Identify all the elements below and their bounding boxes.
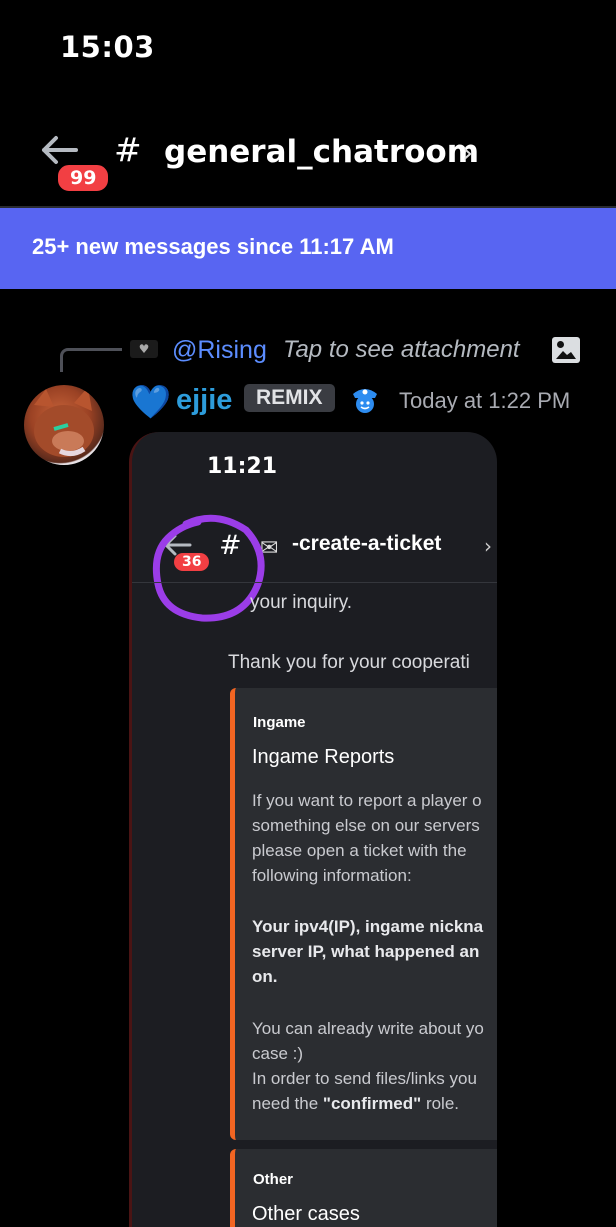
attachment-status-time: 11:21 bbox=[207, 454, 278, 479]
image-icon bbox=[552, 337, 580, 363]
unread-badge: 99 bbox=[55, 162, 112, 194]
embed-bold-line: server IP, what happened an bbox=[252, 942, 480, 961]
reply-avatar-icon: ♥ bbox=[130, 340, 158, 358]
embed-other: Other Other cases bbox=[230, 1149, 497, 1227]
attachment-divider bbox=[132, 582, 497, 583]
embed-bold-line: Your ipv4(IP), ingame nickna bbox=[252, 917, 484, 936]
embed-line: case :) bbox=[252, 1044, 304, 1063]
embed-bold-line: on. bbox=[252, 967, 278, 986]
attachment-channel-title: -create-a-ticket bbox=[292, 532, 442, 555]
embed-label: Ingame bbox=[253, 714, 306, 731]
role-suffix: role. bbox=[421, 1094, 460, 1113]
reply-preview-text[interactable]: Tap to see attachment bbox=[283, 336, 520, 364]
reply-username[interactable]: @Rising bbox=[172, 336, 267, 365]
new-messages-text: 25+ new messages since 11:17 AM bbox=[32, 234, 394, 259]
attachment-text: your inquiry. bbox=[250, 592, 353, 613]
avatar[interactable] bbox=[24, 385, 104, 465]
embed-label: Other bbox=[253, 1171, 294, 1188]
purple-circle-annotation bbox=[152, 514, 265, 622]
hash-icon: # bbox=[114, 130, 142, 169]
new-messages-bar[interactable]: 25+ new messages since 11:17 AM bbox=[0, 208, 616, 289]
status-time: 15:03 bbox=[60, 30, 155, 64]
embed-line: please open a ticket with the bbox=[252, 841, 467, 860]
chevron-right-icon[interactable]: › bbox=[462, 136, 473, 169]
image-attachment[interactable]: 11:21 36 # ✉ -create-a-ticket › your inq… bbox=[129, 432, 497, 1227]
embed-line: In order to send files/links you bbox=[252, 1069, 477, 1088]
police-officer-icon bbox=[353, 389, 377, 413]
role-prefix: need the bbox=[252, 1094, 323, 1113]
message-username[interactable]: ejjie bbox=[176, 384, 232, 417]
embed-title: Other cases bbox=[252, 1203, 360, 1225]
role-tag[interactable]: REMIX bbox=[244, 384, 335, 412]
embed-ingame: Ingame Ingame Reports If you want to rep… bbox=[230, 688, 497, 1140]
embed-line: If you want to report a player o bbox=[252, 791, 482, 810]
attachment-text: Thank you for your cooperati bbox=[228, 652, 470, 673]
reply-connector bbox=[60, 348, 122, 372]
blue-heart-icon: 💙 bbox=[130, 382, 172, 421]
embed-role-line: need the "confirmed" role. bbox=[252, 1091, 459, 1116]
channel-title[interactable]: general_chatroom bbox=[164, 134, 479, 170]
message-timestamp: Today at 1:22 PM bbox=[399, 388, 571, 413]
embed-title: Ingame Reports bbox=[252, 746, 395, 768]
embed-line: something else on our servers bbox=[252, 816, 480, 835]
chevron-right-icon: › bbox=[484, 534, 492, 558]
channel-header: 99 # general_chatroom › bbox=[0, 120, 616, 206]
role-name: "confirmed" bbox=[322, 1094, 422, 1113]
embed-line: following information: bbox=[252, 866, 412, 885]
embed-line: You can already write about yo bbox=[252, 1019, 484, 1038]
